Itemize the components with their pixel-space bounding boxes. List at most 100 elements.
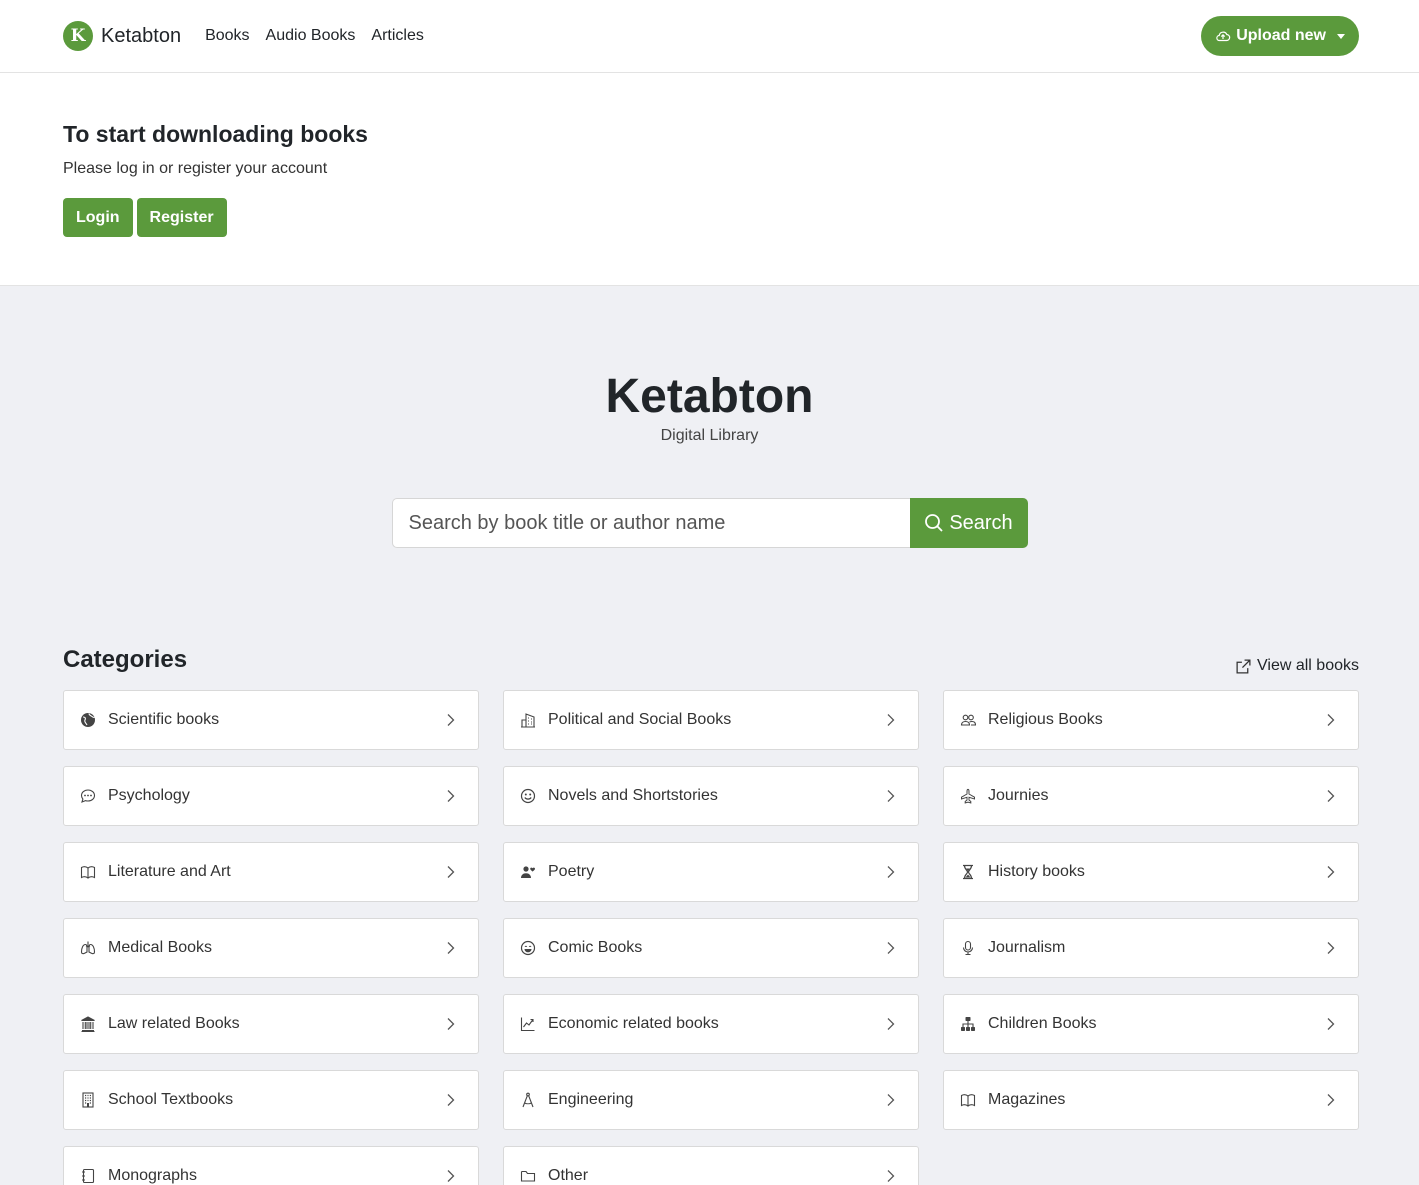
chevron-right-icon (442, 1092, 458, 1108)
view-all-books-link[interactable]: View all books (1235, 657, 1359, 675)
nav-link-audio-books[interactable]: Audio Books (266, 27, 356, 45)
chevron-right-icon (1322, 788, 1338, 804)
search-button-label: Search (949, 511, 1013, 534)
graph-icon (520, 1016, 536, 1032)
people-icon (960, 712, 976, 728)
category-label: Journies (988, 787, 1049, 804)
upload-new-label: Upload new (1236, 27, 1326, 44)
chevron-right-icon (442, 712, 458, 728)
category-label: Psychology (108, 787, 190, 804)
category-item-journies[interactable]: Journies (943, 766, 1359, 826)
category-item-school-textbooks[interactable]: School Textbooks (63, 1070, 479, 1130)
category-label: Poetry (548, 863, 595, 880)
cloud-upload-icon (1215, 28, 1231, 44)
category-label: Engineering (548, 1091, 634, 1108)
category-label: Journalism (988, 939, 1066, 956)
hourglass-icon (960, 864, 976, 880)
brand-link[interactable]: K Ketabton (63, 21, 181, 51)
book-icon (80, 864, 96, 880)
diagram-icon (960, 1016, 976, 1032)
login-prompt-panel: To start downloading books Please log in… (0, 73, 1419, 286)
category-label: Law related Books (108, 1015, 240, 1032)
auth-buttons: Login Register (63, 198, 1356, 237)
categories-heading: Categories (63, 646, 188, 673)
search-box: Search (391, 498, 1028, 548)
category-item-political-and-social-books[interactable]: Political and Social Books (503, 690, 919, 750)
category-item-journalism[interactable]: Journalism (943, 918, 1359, 978)
buildings-icon (520, 712, 536, 728)
search-bar: Search (0, 498, 1419, 548)
category-label: Religious Books (988, 711, 1103, 728)
chevron-right-icon (1322, 1016, 1338, 1032)
category-item-poetry[interactable]: Poetry (503, 842, 919, 902)
upload-new-button[interactable]: Upload new (1201, 16, 1359, 56)
category-label: History books (988, 863, 1085, 880)
category-label: Novels and Shortstories (548, 787, 718, 804)
search-button[interactable]: Search (909, 498, 1028, 548)
category-label: Other (548, 1167, 589, 1184)
category-item-novels-and-shortstories[interactable]: Novels and Shortstories (503, 766, 919, 826)
external-link-icon (1235, 658, 1252, 675)
chevron-right-icon (1322, 1092, 1338, 1108)
person-heart-icon (520, 864, 536, 880)
caret-down-icon (1337, 33, 1345, 39)
hero-title-block: Ketabton Digital Library (0, 286, 1419, 445)
view-all-books-label: View all books (1257, 657, 1359, 674)
bank-icon (80, 1016, 96, 1032)
chevron-right-icon (882, 712, 898, 728)
journal-icon (80, 1168, 96, 1184)
categories-header: Categories View all books (0, 646, 1419, 674)
hero-title: Ketabton (605, 370, 814, 423)
nav-link-articles[interactable]: Articles (371, 27, 423, 45)
category-item-scientific-books[interactable]: Scientific books (63, 690, 479, 750)
category-label: Magazines (988, 1091, 1066, 1108)
category-item-magazines[interactable]: Magazines (943, 1070, 1359, 1130)
category-label: Medical Books (108, 939, 213, 956)
book-icon (960, 1092, 976, 1108)
category-label: Monographs (108, 1167, 197, 1184)
building-icon (80, 1092, 96, 1108)
category-item-medical-books[interactable]: Medical Books (63, 918, 479, 978)
nav-link-books[interactable]: Books (205, 27, 249, 45)
login-prompt-heading: To start downloading books (63, 121, 368, 147)
category-label: School Textbooks (108, 1091, 234, 1108)
category-item-religious-books[interactable]: Religious Books (943, 690, 1359, 750)
chevron-right-icon (882, 1016, 898, 1032)
category-label: Economic related books (548, 1015, 719, 1032)
chevron-right-icon (882, 788, 898, 804)
login-prompt-text: Please log in or register your account (63, 160, 328, 177)
search-input[interactable] (391, 498, 910, 548)
chat-icon (80, 788, 96, 804)
category-item-history-books[interactable]: History books (943, 842, 1359, 902)
folder-icon (520, 1168, 536, 1184)
category-item-economic-related-books[interactable]: Economic related books (503, 994, 919, 1054)
airplane-icon (960, 788, 976, 804)
laugh-icon (520, 940, 536, 956)
top-navbar: K Ketabton Books Audio Books Articles Up… (0, 0, 1419, 73)
category-item-engineering[interactable]: Engineering (503, 1070, 919, 1130)
category-item-law-related-books[interactable]: Law related Books (63, 994, 479, 1054)
chevron-right-icon (882, 864, 898, 880)
chevron-right-icon (882, 940, 898, 956)
category-item-comic-books[interactable]: Comic Books (503, 918, 919, 978)
globe-icon (80, 712, 96, 728)
hero-subtitle: Digital Library (660, 427, 759, 444)
chevron-right-icon (442, 1168, 458, 1184)
category-label: Literature and Art (108, 863, 231, 880)
chevron-right-icon (1322, 712, 1338, 728)
category-label: Comic Books (548, 939, 643, 956)
chevron-right-icon (882, 1092, 898, 1108)
category-item-monographs[interactable]: Monographs (63, 1146, 479, 1185)
category-label: Scientific books (108, 711, 220, 728)
login-button[interactable]: Login (63, 198, 133, 237)
mic-icon (960, 940, 976, 956)
category-item-literature-and-art[interactable]: Literature and Art (63, 842, 479, 902)
chevron-right-icon (442, 940, 458, 956)
main-nav: Books Audio Books Articles (205, 27, 424, 45)
chevron-right-icon (442, 864, 458, 880)
smile-icon (520, 788, 536, 804)
category-item-psychology[interactable]: Psychology (63, 766, 479, 826)
register-button[interactable]: Register (136, 198, 227, 237)
category-item-children-books[interactable]: Children Books (943, 994, 1359, 1054)
category-item-other[interactable]: Other (503, 1146, 919, 1185)
